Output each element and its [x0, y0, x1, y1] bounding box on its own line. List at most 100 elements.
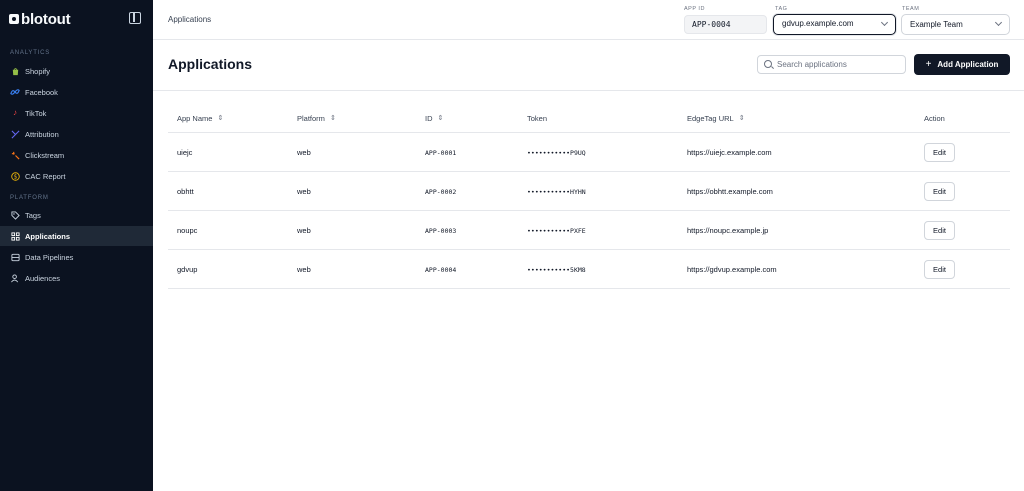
edit-button[interactable]: Edit: [924, 260, 955, 279]
sidebar-item-clickstream[interactable]: Clickstream: [0, 145, 153, 165]
edit-button[interactable]: Edit: [924, 143, 955, 162]
team-select[interactable]: Example Team: [901, 14, 1010, 35]
add-application-label: Add Application: [937, 60, 999, 69]
sidebar-item-audiences[interactable]: Audiences: [0, 268, 153, 288]
top-bar: Applications APP ID APP-0004 TAG gdvup.e…: [153, 0, 1024, 40]
attribution-icon: [10, 129, 20, 139]
sidebar-item-label: Attribution: [25, 129, 59, 139]
main-content: Applications APP ID APP-0004 TAG gdvup.e…: [153, 0, 1024, 491]
tag-label: TAG: [775, 6, 788, 12]
grid-icon: [10, 231, 20, 241]
sidebar-item-label: Data Pipelines: [25, 252, 74, 262]
column-header-id[interactable]: ID ⇕: [425, 114, 443, 123]
sidebar-item-tags[interactable]: Tags: [0, 205, 153, 225]
svg-text:$: $: [13, 174, 17, 180]
tag-select-value: gdvup.example.com: [782, 19, 854, 28]
cell-platform: web: [297, 148, 311, 157]
meta-icon: [10, 87, 20, 97]
database-icon: [10, 252, 20, 262]
app-id-field: APP-0004: [684, 15, 767, 34]
table-row: gdvup web APP-0004 •••••••••••5KM8 https…: [168, 250, 1010, 289]
cell-app-name: obhtt: [177, 187, 194, 196]
cell-edgetag-url: https://gdvup.example.com: [687, 265, 777, 274]
sidebar-item-label: CAC Report: [25, 171, 66, 181]
sidebar-item-shopify[interactable]: Shopify: [0, 61, 153, 81]
app-id-label: APP ID: [684, 6, 705, 12]
column-header-action: Action: [924, 114, 945, 123]
column-header-token: Token: [527, 114, 547, 123]
logo-mark-icon: [9, 14, 19, 24]
search-box[interactable]: [757, 55, 906, 74]
cell-app-name: gdvup: [177, 265, 198, 274]
section-label-analytics: ANALYTICS: [10, 50, 51, 56]
sidebar: blotout ANALYTICS Shopify Facebook ♪ Tik…: [0, 0, 153, 491]
column-header-edgetag-url[interactable]: EdgeTag URL ⇕: [687, 114, 745, 123]
cell-app-name: noupc: [177, 226, 198, 235]
brand-logo[interactable]: blotout: [9, 10, 71, 28]
sidebar-item-cac-report[interactable]: $ CAC Report: [0, 166, 153, 186]
cell-id: APP-0001: [425, 149, 457, 157]
sidebar-item-data-pipelines[interactable]: Data Pipelines: [0, 247, 153, 267]
sort-icon: ⇕: [738, 115, 745, 122]
breadcrumb: Applications: [168, 15, 212, 24]
column-header-app-name[interactable]: App Name ⇕: [177, 114, 223, 123]
team-label: TEAM: [902, 6, 920, 12]
sidebar-item-attribution[interactable]: Attribution: [0, 124, 153, 144]
sidebar-item-label: Tags: [25, 210, 41, 220]
sidebar-item-label: TikTok: [25, 108, 47, 118]
sidebar-item-tiktok[interactable]: ♪ TikTok: [0, 103, 153, 123]
clickstream-icon: [10, 150, 20, 160]
cell-platform: web: [297, 226, 311, 235]
chevron-down-icon: [994, 18, 1003, 27]
collapse-sidebar-icon[interactable]: [129, 12, 141, 24]
cell-token: •••••••••••PXFE: [527, 227, 586, 235]
sort-icon: ⇕: [437, 115, 444, 122]
sidebar-item-label: Clickstream: [25, 150, 65, 160]
search-input[interactable]: [777, 58, 902, 71]
cell-edgetag-url: https://noupc.example.jp: [687, 226, 769, 235]
cell-token: •••••••••••P9UQ: [527, 149, 586, 157]
column-header-label: EdgeTag URL: [687, 114, 734, 123]
sort-icon: ⇕: [329, 115, 336, 122]
table-row: uiejc web APP-0001 •••••••••••P9UQ https…: [168, 133, 1010, 172]
cell-token: •••••••••••HYHN: [527, 188, 586, 196]
team-select-value: Example Team: [910, 20, 963, 29]
edit-button[interactable]: Edit: [924, 182, 955, 201]
tag-select[interactable]: gdvup.example.com: [773, 14, 896, 35]
cell-edgetag-url: https://uiejc.example.com: [687, 148, 772, 157]
column-header-label: Action: [924, 114, 945, 123]
table-row: obhtt web APP-0002 •••••••••••HYHN https…: [168, 172, 1010, 211]
edit-button[interactable]: Edit: [924, 221, 955, 240]
shopify-icon: [10, 66, 20, 76]
applications-table: App Name ⇕ Platform ⇕ ID ⇕ Token EdgeTag UR…: [168, 105, 1010, 289]
add-application-button[interactable]: + Add Application: [914, 54, 1010, 75]
sort-icon: ⇕: [217, 115, 224, 122]
cell-id: APP-0004: [425, 266, 457, 274]
page-title: Applications: [168, 56, 253, 72]
section-label-platform: PLATFORM: [10, 195, 49, 201]
sidebar-item-facebook[interactable]: Facebook: [0, 82, 153, 102]
cell-platform: web: [297, 265, 311, 274]
dollar-icon: $: [10, 171, 20, 181]
search-icon: [764, 60, 772, 68]
cell-platform: web: [297, 187, 311, 196]
sidebar-item-label: Facebook: [25, 87, 58, 97]
column-header-platform[interactable]: Platform ⇕: [297, 114, 336, 123]
sidebar-item-applications[interactable]: Applications: [0, 226, 153, 246]
users-icon: [10, 273, 20, 283]
cell-app-name: uiejc: [177, 148, 193, 157]
table-row: noupc web APP-0003 •••••••••••PXFE https…: [168, 211, 1010, 250]
column-header-label: App Name: [177, 114, 213, 123]
column-header-label: Token: [527, 114, 548, 123]
app-root: blotout ANALYTICS Shopify Facebook ♪ Tik…: [0, 0, 1024, 491]
column-header-label: Platform: [297, 114, 325, 123]
column-header-label: ID: [425, 114, 433, 123]
sidebar-item-label: Shopify: [25, 66, 51, 76]
tiktok-icon: ♪: [13, 108, 17, 117]
brand-name: blotout: [21, 10, 71, 28]
cell-id: APP-0002: [425, 188, 457, 196]
cell-token: •••••••••••5KM8: [527, 266, 586, 274]
sidebar-item-label: Audiences: [25, 273, 61, 283]
sidebar-item-label: Applications: [25, 231, 71, 241]
table-header: App Name ⇕ Platform ⇕ ID ⇕ Token EdgeTag UR…: [168, 105, 1010, 133]
